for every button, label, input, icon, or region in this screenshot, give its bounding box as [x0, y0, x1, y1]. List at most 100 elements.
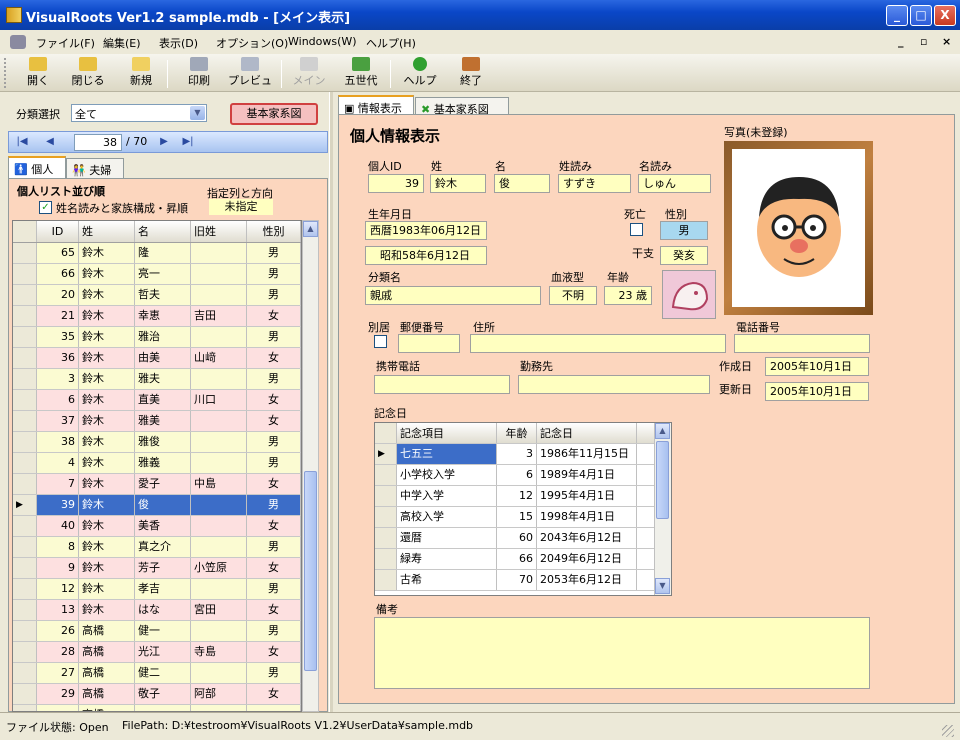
table-row[interactable]: 35 鈴木 雅治 男 [13, 327, 301, 348]
anniversary-row[interactable]: 小学校入学 6 1989年4月1日 [375, 465, 671, 486]
table-row[interactable]: 4 鈴木 雅義 男 [13, 453, 301, 474]
table-row[interactable]: 6 鈴木 直美 川口女 [13, 390, 301, 411]
row-header[interactable] [375, 486, 397, 506]
blood-field[interactable]: 不明 [549, 286, 597, 305]
row-header[interactable] [375, 507, 397, 527]
mdi-child-icon[interactable] [10, 35, 26, 49]
birth-jp-field[interactable]: 昭和58年6月12日 [365, 246, 487, 265]
scroll-down-button[interactable]: ▼ [655, 578, 670, 594]
table-row[interactable]: 21 鈴木 幸恵 吉田女 [13, 306, 301, 327]
anniversary-row[interactable]: ▶ 七五三 3 1986年11月15日 [375, 444, 671, 465]
column-header[interactable]: 姓 [79, 221, 135, 242]
menu-view[interactable]: 表示(D) [159, 35, 198, 51]
minimize-button[interactable]: _ [886, 5, 908, 26]
help-button[interactable]: ヘルプ [397, 56, 443, 90]
category-field[interactable]: 親戚 [365, 286, 541, 305]
row-header[interactable] [13, 369, 37, 389]
row-header[interactable] [13, 600, 37, 620]
sort-checkbox[interactable]: ✓ [39, 201, 52, 214]
row-header[interactable] [13, 264, 37, 284]
row-header[interactable] [13, 474, 37, 494]
table-row[interactable]: 27 高橋 健二 男 [13, 663, 301, 684]
birth-ad-field[interactable]: 西暦1983年06月12日 [365, 221, 487, 240]
anniversary-row[interactable]: 古希 70 2053年6月12日 [375, 570, 671, 591]
table-row[interactable]: 38 鈴木 雅俊 男 [13, 432, 301, 453]
work-field[interactable] [518, 375, 710, 394]
next-record-button[interactable]: ▶ [155, 134, 173, 150]
row-header[interactable] [13, 537, 37, 557]
table-row[interactable]: 29 高橋 敬子 阿部女 [13, 684, 301, 705]
main-button[interactable]: メイン [286, 56, 332, 90]
table-row[interactable]: 28 高橋 光江 寺島女 [13, 642, 301, 663]
current-row-indicator[interactable]: ▶ [375, 444, 397, 464]
row-header[interactable] [13, 411, 37, 431]
table-row[interactable]: 8 鈴木 真之介 男 [13, 537, 301, 558]
mei-field[interactable]: 俊 [494, 174, 550, 193]
five-generation-button[interactable]: 五世代 [338, 56, 384, 90]
table-row[interactable]: 12 鈴木 孝吉 男 [13, 579, 301, 600]
row-header[interactable] [13, 306, 37, 326]
exit-button[interactable]: 終了 [448, 56, 494, 90]
column-header[interactable]: 性別 [247, 221, 301, 242]
preview-button[interactable]: プレビュー [224, 56, 276, 103]
maximize-button[interactable]: □ [910, 5, 932, 26]
row-header[interactable] [13, 642, 37, 662]
table-row[interactable]: 40 鈴木 美香 女 [13, 516, 301, 537]
menu-help[interactable]: ヘルプ(H) [366, 35, 416, 51]
anniversary-scrollbar[interactable]: ▲ ▼ [654, 423, 671, 595]
separate-checkbox[interactable] [374, 335, 387, 348]
basic-family-tree-button[interactable]: 基本家系図 [230, 103, 318, 125]
last-record-button[interactable]: ▶| [179, 134, 197, 150]
column-header[interactable]: 年齢 [497, 423, 537, 443]
mdi-minimize-button[interactable]: _ [898, 35, 904, 48]
tab-person[interactable]: 🚹 個人 [8, 156, 66, 178]
created-field[interactable]: 2005年10月1日 [765, 357, 869, 376]
column-header[interactable]: ID [37, 221, 79, 242]
open-button[interactable]: 開く [15, 56, 61, 90]
table-row[interactable]: ▶ 39 鈴木俊 男 [13, 495, 301, 516]
row-header[interactable] [13, 453, 37, 473]
menu-file[interactable]: ファイル(F) [36, 35, 95, 51]
row-header[interactable] [13, 432, 37, 452]
column-header[interactable]: 記念日 [537, 423, 637, 443]
table-row[interactable]: 9 鈴木 芳子 小笠原女 [13, 558, 301, 579]
id-field[interactable]: 39 [368, 174, 424, 193]
scroll-thumb[interactable] [656, 441, 669, 519]
row-header[interactable] [13, 390, 37, 410]
table-row[interactable]: 37 鈴木 雅美 女 [13, 411, 301, 432]
row-header[interactable] [13, 243, 37, 263]
table-row[interactable]: 26 高橋 健一 男 [13, 621, 301, 642]
close-button[interactable]: X [934, 5, 956, 26]
row-header[interactable] [13, 684, 37, 704]
updated-field[interactable]: 2005年10月1日 [765, 382, 869, 401]
column-header[interactable]: 名 [135, 221, 191, 242]
phone-field[interactable] [734, 334, 870, 353]
row-header[interactable] [375, 549, 397, 569]
scroll-thumb[interactable] [304, 471, 317, 671]
category-select[interactable]: 全て ▼ [71, 104, 207, 122]
row-header[interactable] [375, 528, 397, 548]
mei-yomi-field[interactable]: しゅん [638, 174, 711, 193]
table-row[interactable]: 65 鈴木隆 男 [13, 243, 301, 264]
grid-scrollbar[interactable]: ▲ [302, 220, 319, 712]
sex-field[interactable]: 男 [660, 221, 708, 240]
anniversary-row[interactable]: 還暦 60 2043年6月12日 [375, 528, 671, 549]
row-header[interactable] [13, 516, 37, 536]
table-row[interactable]: 3 鈴木 雅夫 男 [13, 369, 301, 390]
table-row[interactable]: 20 鈴木 哲夫 男 [13, 285, 301, 306]
current-row-indicator[interactable]: ▶ [13, 495, 37, 515]
mdi-restore-button[interactable]: ▫ [920, 35, 927, 48]
mdi-close-button[interactable]: × [942, 35, 951, 48]
anniversary-row[interactable]: 中学入学 12 1995年4月1日 [375, 486, 671, 507]
new-button[interactable]: 新規 [118, 56, 164, 90]
age-field[interactable]: 23 歳 [604, 286, 652, 305]
sei-yomi-field[interactable]: すずき [558, 174, 631, 193]
first-record-button[interactable]: |◀ [13, 134, 31, 150]
sort-column-value[interactable]: 未指定 [209, 199, 273, 215]
chevron-down-icon[interactable]: ▼ [190, 106, 205, 120]
photo-frame[interactable] [724, 141, 873, 315]
zip-field[interactable] [398, 334, 460, 353]
prev-record-button[interactable]: ◀ [41, 134, 59, 150]
row-header[interactable] [375, 570, 397, 590]
app-icon[interactable] [6, 7, 22, 23]
